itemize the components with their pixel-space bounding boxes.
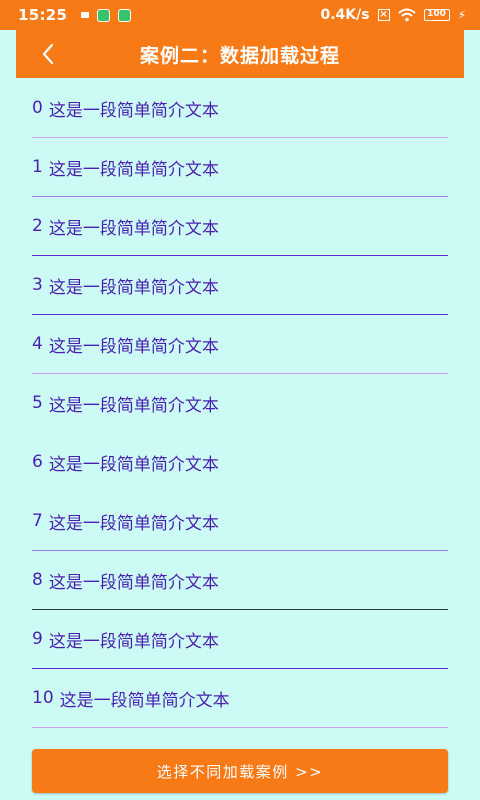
list-item-index: 4 [32,334,43,354]
list-item[interactable]: 3 这是一段简单简介文本 [32,256,448,315]
list-item-text: 这是一段简单简介文本 [48,100,219,121]
list-item[interactable]: 2 这是一段简单简介文本 [32,197,448,256]
network-speed: 0.4K/s [320,7,370,23]
status-time: 15:25 [18,6,68,24]
list-item[interactable]: 10 这是一段简单简介文本 [32,669,448,728]
list-item-index: 8 [32,570,43,590]
chevron-left-icon [42,43,54,65]
list-item[interactable]: 4 这是一段简单简介文本 [32,315,448,374]
charging-icon: ⚡ [457,8,466,22]
status-bar: 15:25 0.4K/s × 100 ⚡ [0,0,480,30]
list-item-index: 9 [32,629,43,649]
list-item-index: 10 [32,688,54,708]
list-item[interactable]: 9 这是一段简单简介文本 [32,610,448,669]
list-item-index: 1 [32,157,43,177]
list-item-text: 这是一段简单简介文本 [48,631,219,652]
list-item-index: 3 [32,275,43,295]
list-item[interactable]: 7 这是一段简单简介文本 [32,492,448,551]
list-item-index: 2 [32,216,43,236]
list-item-text: 这是一段简单简介文本 [48,454,219,475]
sim-disabled-icon: × [377,9,390,21]
list-item-text: 这是一段简单简介文本 [48,159,219,180]
list-item[interactable]: 6 这是一段简单简介文本 [32,433,448,492]
page-title: 案例二：数据加载过程 [139,44,340,67]
app-notification-icon-2 [118,8,132,22]
list-item-index: 5 [32,393,43,413]
list-item-index: 7 [32,511,43,531]
notification-icon [81,12,90,18]
list-item-text: 这是一段简单简介文本 [48,572,219,593]
list-item-text: 这是一段简单简介文本 [48,277,219,298]
back-button[interactable] [28,30,68,78]
list-item-text: 这是一段简单简介文本 [48,218,219,239]
toolbar: 案例二：数据加载过程 [16,30,464,78]
list-item[interactable]: 8 这是一段简单简介文本 [32,551,448,610]
list-item-index: 6 [32,452,43,472]
list-item[interactable]: 1 这是一段简单简介文本 [32,138,448,197]
list-item-text: 这是一段简单简介文本 [48,336,219,357]
battery-icon: 100 [423,9,450,21]
list-item[interactable]: 5 这是一段简单简介文本 [32,374,448,433]
app-notification-icon [97,8,111,22]
list-item-text: 这是一段简单简介文本 [59,690,230,711]
select-loading-case-button[interactable]: 选择不同加载案例 >> [32,749,448,793]
wifi-icon [397,8,416,22]
list-item-text: 这是一段简单简介文本 [48,513,219,534]
list-item-text: 这是一段简单简介文本 [48,395,219,416]
item-list: 0 这是一段简单简介文本 1 这是一段简单简介文本 2 这是一段简单简介文本 3 这是一段简单… [32,79,448,728]
list-item-index: 0 [32,98,43,118]
list-item[interactable]: 0 这是一段简单简介文本 [32,79,448,138]
